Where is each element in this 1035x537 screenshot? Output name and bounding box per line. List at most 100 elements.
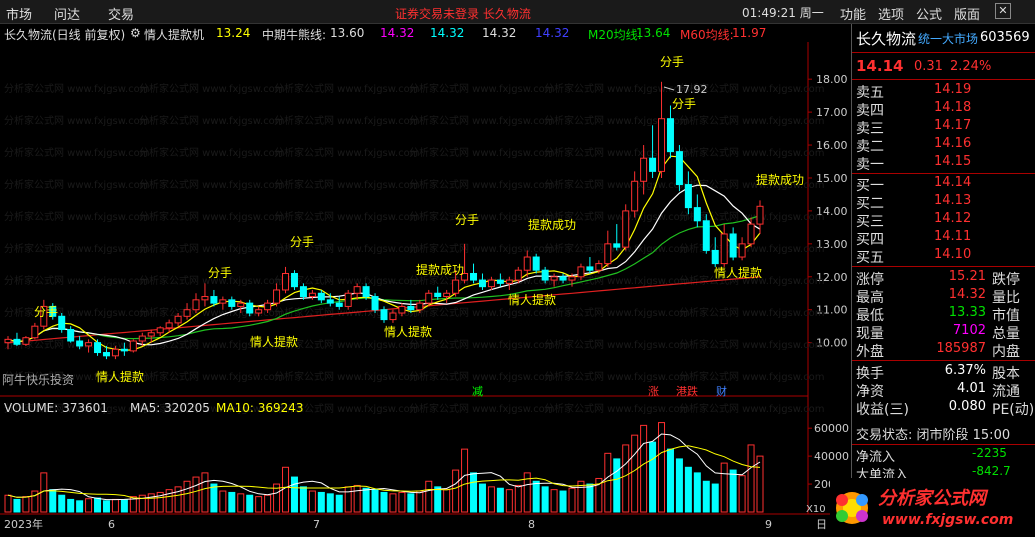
menu-wenda[interactable]: 问达 xyxy=(54,4,80,23)
date-label: 2023年 xyxy=(4,517,43,531)
stat-label-right: 总量 xyxy=(992,326,1020,342)
stock-code: 603569 xyxy=(980,30,1030,45)
menu-trade[interactable]: 交易 xyxy=(108,4,134,23)
volume-bar xyxy=(416,490,424,513)
ask-price: 14.19 xyxy=(934,82,972,97)
vol-ma10-line xyxy=(7,445,761,499)
candle-body xyxy=(640,157,648,182)
candle-body xyxy=(201,296,209,301)
menu-formula[interactable]: 公式 xyxy=(916,4,942,23)
stat-label-right: 内盘 xyxy=(992,344,1020,360)
candle-body xyxy=(559,276,567,281)
candle-body xyxy=(496,279,504,284)
volume-bar xyxy=(434,486,442,513)
volume-bar xyxy=(111,498,119,513)
volume-bar xyxy=(228,491,236,513)
chart-annotation: 分手 xyxy=(455,213,479,227)
candle-body xyxy=(299,286,307,298)
volume-bar xyxy=(425,480,433,513)
watermark-text: 分析家公式网 www.fxjgsw.com xyxy=(274,210,420,223)
volume-bar xyxy=(532,480,540,513)
date-label: 9 xyxy=(765,518,772,531)
volume-bar xyxy=(4,494,12,513)
candle-body xyxy=(729,233,737,258)
chart-annotation: 分手 xyxy=(34,305,58,319)
logo-url: www.fxjgsw.com xyxy=(882,512,1014,528)
volume-bar xyxy=(299,486,307,513)
indicator-m60-label: M60均线: xyxy=(680,28,734,42)
stat-label-right: PE(动) xyxy=(992,402,1035,418)
candle-body xyxy=(595,263,603,271)
bid-label: 买五 xyxy=(856,250,884,266)
candle-body xyxy=(380,309,388,321)
date-label: 7 xyxy=(313,518,320,531)
chart-annotation: 情人提款 xyxy=(96,369,144,384)
ask-label: 卖一 xyxy=(856,157,884,173)
volume-bar xyxy=(102,500,110,513)
menu-layout[interactable]: 版面 xyxy=(954,4,980,23)
chart-annotation: 提款成功 xyxy=(756,172,804,187)
volume-bar xyxy=(120,499,128,513)
chart-title: 长久物流(日线 前复权) xyxy=(4,28,126,42)
ask-label: 卖三 xyxy=(856,121,884,137)
stat-label: 净资 xyxy=(856,384,884,400)
candle-body xyxy=(273,289,281,304)
ask-price: 14.16 xyxy=(934,136,972,151)
menu-options[interactable]: 选项 xyxy=(878,4,904,23)
stat-label: 涨停 xyxy=(856,272,884,288)
volume-bar xyxy=(568,487,576,513)
ask-price: 14.17 xyxy=(934,118,972,133)
candle-body xyxy=(541,269,549,281)
watermark-text: 分析家公式网 www.fxjgsw.com xyxy=(409,146,555,159)
menu-function[interactable]: 功能 xyxy=(840,4,866,23)
watermark-text: 分析家公式网 www.fxjgsw.com xyxy=(139,82,285,95)
watermark-text: 分析家公式网 www.fxjgsw.com xyxy=(4,114,150,127)
event-marker: 港跌 xyxy=(676,384,698,398)
volume-bar xyxy=(505,489,513,513)
volume-bar xyxy=(559,490,567,513)
indicator-zq-value: 13.60 xyxy=(330,26,365,40)
watermark-text: 分析家公式网 www.fxjgsw.com xyxy=(274,146,420,159)
site-logo: 分析家公式网 www.fxjgsw.com xyxy=(830,478,1035,537)
candle-body xyxy=(192,299,200,311)
chart-area[interactable]: 18.00 17.00 16.00 15.00 14.00 13.00 12.00 11.00… xyxy=(0,24,850,537)
candle-body xyxy=(147,332,155,337)
candle-body xyxy=(478,279,486,288)
volume-bar xyxy=(94,497,102,513)
candle-body xyxy=(120,348,128,352)
watermark-label: 阿牛快乐投资 xyxy=(2,372,74,387)
watermark-text: 分析家公式网 www.fxjgsw.com xyxy=(544,338,690,351)
bid-label: 买一 xyxy=(856,178,884,194)
settings-icon[interactable]: ⚙ xyxy=(130,26,141,40)
last-price: 14.14 xyxy=(856,57,904,75)
candle-body xyxy=(452,279,460,294)
candle-body xyxy=(407,305,415,311)
event-marker: 涨 xyxy=(648,385,659,398)
stat-label-right: 股本 xyxy=(992,366,1020,382)
stat-value: 13.33 xyxy=(948,305,986,320)
stock-market: 统一大市场 xyxy=(918,32,979,46)
net-inflow-label: 净流入 xyxy=(856,450,896,465)
close-button[interactable]: ✕ xyxy=(995,3,1011,19)
volume-bar xyxy=(720,462,728,513)
bid-price: 14.11 xyxy=(934,229,972,244)
watermark-text: 分析家公式网 www.fxjgsw.com xyxy=(139,242,285,255)
stat-value: 14.32 xyxy=(948,287,986,302)
bid-label: 买四 xyxy=(856,232,884,248)
stock-name: 长久物流 xyxy=(856,30,917,48)
volume-bar xyxy=(183,480,191,513)
candle-body xyxy=(183,309,191,317)
stat-label: 最高 xyxy=(856,290,884,306)
volume-bar xyxy=(76,500,84,513)
volume-bar xyxy=(711,483,719,513)
volume-bar xyxy=(622,444,630,513)
candle-body xyxy=(711,249,719,265)
watermark-text: 分析家公式网 www.fxjgsw.com xyxy=(139,370,285,383)
watermark-text: 分析家公式网 www.fxjgsw.com xyxy=(679,402,825,415)
kline-chart[interactable]: 18.0017.0016.0015.0014.0013.0012.0011.00… xyxy=(0,24,850,537)
volume-bar xyxy=(219,490,227,513)
watermark-text: 分析家公式网 www.fxjgsw.com xyxy=(4,242,150,255)
candle-body xyxy=(156,327,164,334)
stat-value: 15.21 xyxy=(948,269,986,284)
menu-market[interactable]: 市场 xyxy=(6,4,32,23)
